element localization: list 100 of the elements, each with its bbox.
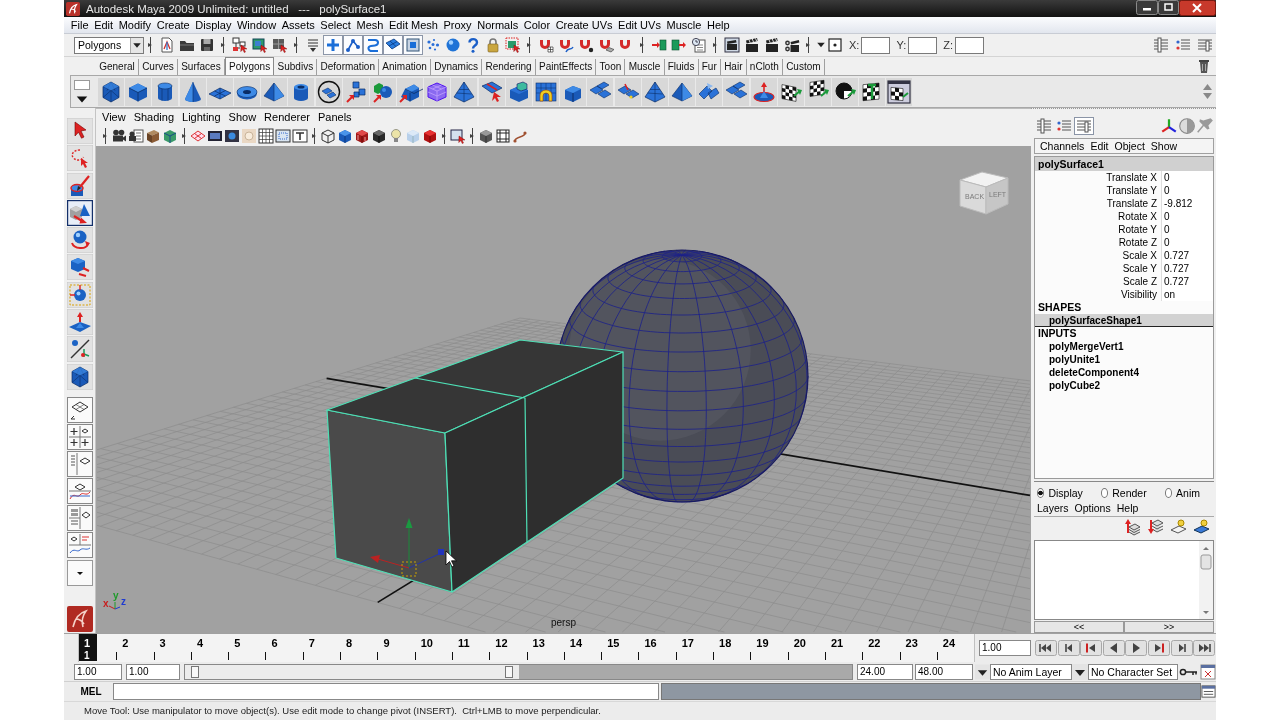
play-backward-icon[interactable] bbox=[1102, 640, 1125, 656]
menu-item[interactable]: Create bbox=[153, 19, 193, 31]
menu-item[interactable]: Modify bbox=[115, 19, 154, 31]
menu-item[interactable]: Shading bbox=[129, 111, 179, 123]
collapse-handle-icon[interactable] bbox=[526, 37, 533, 53]
menu-item[interactable]: Layers bbox=[1034, 502, 1072, 515]
solid-cube-icon[interactable] bbox=[422, 127, 438, 144]
attribute-label[interactable]: Scale X bbox=[1035, 248, 1161, 262]
document-clock-icon[interactable] bbox=[689, 35, 709, 55]
wireframe-cube-icon[interactable] bbox=[320, 127, 336, 144]
list-lines-icon[interactable] bbox=[1034, 116, 1054, 135]
highlight-box-icon[interactable] bbox=[503, 35, 523, 55]
diamond-grid-icon[interactable] bbox=[66, 396, 93, 423]
collapse-handle-icon[interactable] bbox=[182, 127, 187, 144]
menu-item[interactable]: File bbox=[68, 19, 92, 31]
menu-item[interactable]: View bbox=[98, 111, 130, 123]
arrow-pointer-icon[interactable] bbox=[66, 118, 93, 144]
step-back-icon[interactable] bbox=[1057, 640, 1080, 656]
go-to-start-icon[interactable] bbox=[1035, 640, 1057, 656]
playback-range-bar[interactable] bbox=[185, 664, 519, 679]
anim-layer-field[interactable]: No Anim Layer bbox=[990, 663, 1072, 680]
page-button[interactable]: >> bbox=[1124, 621, 1214, 633]
minimize-icon[interactable] bbox=[1136, 0, 1158, 15]
pyramid-icon[interactable] bbox=[261, 77, 288, 106]
caret-down-icon[interactable] bbox=[975, 663, 990, 680]
framed-grid-icon[interactable] bbox=[495, 127, 511, 144]
cube-icon[interactable] bbox=[560, 77, 587, 106]
polyhedron-icon[interactable] bbox=[66, 363, 93, 390]
attribute-label[interactable]: Translate Z bbox=[1035, 196, 1161, 210]
menu-item[interactable]: Renderer bbox=[260, 111, 314, 123]
caret-down-icon[interactable] bbox=[76, 93, 88, 104]
clapper-window-icon[interactable] bbox=[722, 35, 742, 55]
node-item[interactable]: polyUnite1 bbox=[1035, 352, 1213, 366]
attribute-label[interactable]: Rotate Y bbox=[1035, 222, 1161, 236]
solid-cube-icon[interactable] bbox=[478, 127, 494, 144]
menu-item[interactable]: Edit bbox=[91, 19, 116, 31]
cube-icon[interactable] bbox=[145, 127, 161, 144]
collapse-handle-icon[interactable] bbox=[147, 37, 154, 53]
menu-item[interactable]: Proxy bbox=[440, 19, 475, 31]
slider-handle-icon[interactable] bbox=[504, 665, 513, 678]
t-box-icon[interactable] bbox=[292, 127, 308, 144]
caret-down-icon[interactable] bbox=[130, 37, 143, 53]
object-name[interactable]: polySurface1 bbox=[1035, 156, 1213, 171]
line-handles-icon[interactable] bbox=[66, 336, 93, 363]
cylinder-icon[interactable] bbox=[152, 77, 179, 106]
mesh-pyramid-icon[interactable] bbox=[451, 77, 478, 106]
axes-icon[interactable] bbox=[1160, 116, 1178, 135]
checker-icon[interactable] bbox=[859, 77, 886, 106]
lattice-cube-icon[interactable] bbox=[424, 77, 451, 106]
menu-item[interactable]: Lighting bbox=[178, 111, 225, 123]
move-manipulator[interactable] bbox=[370, 518, 444, 577]
coordinate-field[interactable] bbox=[908, 36, 938, 54]
mesh-pyramid-icon[interactable] bbox=[641, 77, 668, 106]
menu-item[interactable]: Display bbox=[192, 19, 235, 31]
curve-icon[interactable] bbox=[363, 35, 383, 55]
collapse-handle-icon[interactable] bbox=[312, 127, 317, 144]
radio-button[interactable] bbox=[1164, 488, 1173, 498]
layers-up-arrow-icon[interactable] bbox=[1123, 518, 1143, 537]
attribute-label[interactable]: Scale Z bbox=[1035, 274, 1161, 288]
scrollbar[interactable] bbox=[1199, 541, 1213, 619]
cube-icon[interactable] bbox=[162, 127, 178, 144]
cut-tiles-icon[interactable] bbox=[478, 77, 505, 106]
ball-frame-icon[interactable] bbox=[66, 281, 93, 308]
collapse-handle-icon[interactable] bbox=[805, 37, 812, 53]
caret-down-icon[interactable] bbox=[1072, 663, 1088, 680]
tiles-icon[interactable] bbox=[723, 77, 750, 106]
menu-item[interactable]: Edit bbox=[1087, 139, 1112, 152]
box-arrows-icon[interactable] bbox=[66, 254, 93, 281]
scroll-down-icon[interactable] bbox=[1203, 93, 1212, 99]
attribute-label[interactable]: Translate X bbox=[1035, 170, 1161, 184]
slider-handle-icon[interactable] bbox=[191, 665, 199, 678]
menu-item[interactable]: Show bbox=[224, 111, 261, 123]
menu-item[interactable]: Help bbox=[704, 19, 733, 31]
polyhedron-icon[interactable] bbox=[98, 77, 124, 106]
selection-box-icon[interactable] bbox=[250, 35, 270, 55]
quad-mesh-icon[interactable] bbox=[383, 35, 403, 55]
collapse-handle-icon[interactable] bbox=[103, 127, 108, 144]
pyramid-icon[interactable] bbox=[668, 77, 695, 106]
folded-tiles-icon[interactable] bbox=[696, 77, 723, 106]
node-item[interactable]: polyMergeVert1 bbox=[1035, 339, 1213, 353]
menu-item[interactable]: Muscle bbox=[663, 19, 705, 31]
shaded-cube-icon[interactable] bbox=[337, 127, 353, 144]
menu-item[interactable]: Channels bbox=[1037, 139, 1088, 152]
three-pane-icon[interactable] bbox=[66, 531, 93, 558]
box-mesh[interactable] bbox=[326, 339, 624, 593]
pipe-icon[interactable] bbox=[288, 77, 315, 106]
joint-chain-icon[interactable] bbox=[343, 35, 363, 55]
go-to-end-icon[interactable] bbox=[1193, 640, 1216, 656]
torus-icon[interactable] bbox=[233, 77, 260, 106]
playback-end-field[interactable]: 24.00 bbox=[857, 663, 913, 680]
command-input-field[interactable] bbox=[113, 683, 659, 700]
collapse-handle-icon[interactable] bbox=[220, 37, 227, 53]
circled-tiles-icon[interactable] bbox=[315, 77, 342, 106]
radio-button[interactable] bbox=[1100, 488, 1109, 498]
list-lines-icon[interactable] bbox=[1074, 116, 1094, 135]
node-item[interactable]: polySurfaceShape1 bbox=[1035, 313, 1213, 327]
collapse-handle-icon[interactable] bbox=[442, 127, 447, 144]
menu-item[interactable]: Help bbox=[1113, 502, 1142, 515]
menu-item[interactable]: Select bbox=[317, 19, 354, 31]
play-icon[interactable] bbox=[1125, 640, 1148, 656]
